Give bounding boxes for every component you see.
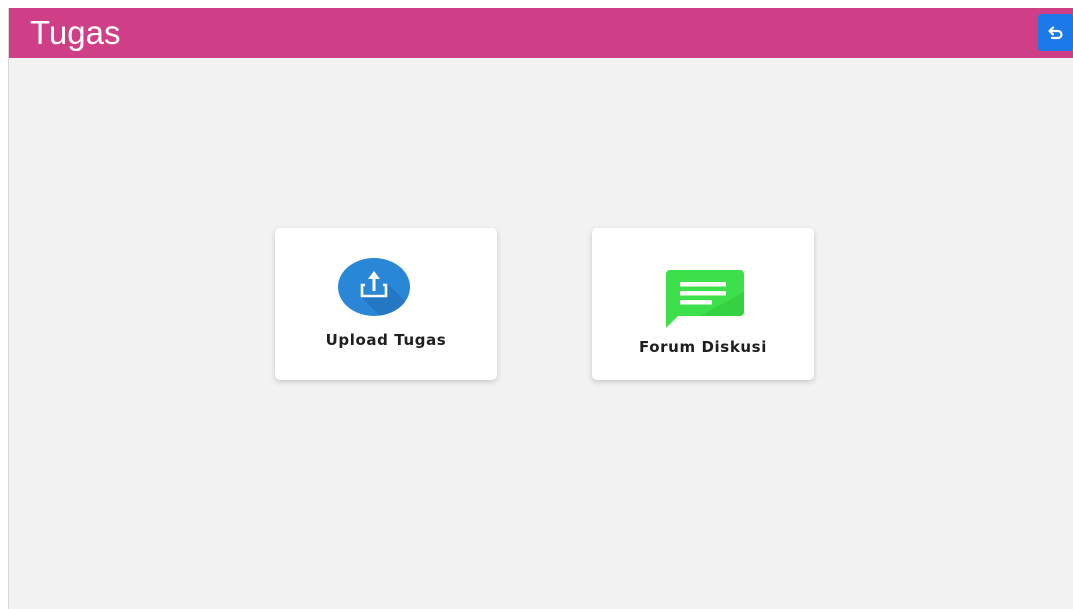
app-frame: Tugas Upload Tugas Forum Diskusi	[8, 8, 1073, 609]
back-button[interactable]	[1038, 14, 1073, 51]
upload-tugas-label: Upload Tugas	[325, 331, 447, 349]
upload-tugas-card[interactable]: Upload Tugas	[275, 228, 497, 380]
forum-diskusi-card[interactable]: Forum Diskusi	[592, 228, 814, 380]
chat-bubble-icon	[666, 270, 744, 328]
undo-arrow-icon	[1047, 25, 1063, 39]
upload-icon	[338, 258, 410, 316]
page-title: Tugas	[30, 14, 121, 51]
forum-diskusi-label: Forum Diskusi	[639, 338, 767, 356]
header-bar: Tugas	[9, 8, 1073, 58]
